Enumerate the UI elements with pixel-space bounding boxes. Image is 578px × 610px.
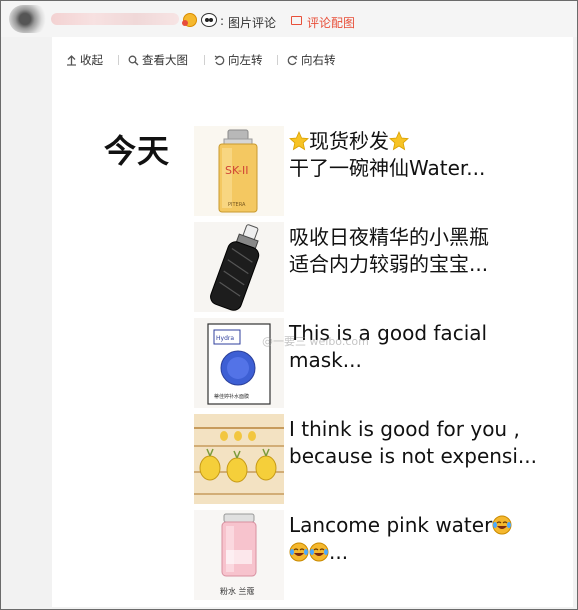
emoji-face-icon	[182, 13, 197, 27]
star-icon	[289, 131, 309, 151]
black-serum-bottle-illustration	[194, 222, 284, 312]
date-heading: 今天	[104, 132, 171, 170]
caption-line-2: ...	[289, 539, 512, 566]
collapse-label: 收起	[80, 53, 103, 67]
image-watermark: @一要三 weibo.com	[262, 335, 369, 348]
rotate-right-icon	[287, 55, 298, 65]
thumbnail-sheet-mask[interactable]: Hydra 蒂佳婷补水面膜	[194, 318, 284, 408]
item-caption: Lancome pink water ...	[289, 512, 512, 566]
caption-line-2: 干了一碗神仙Water...	[289, 156, 486, 180]
toolbar-divider	[277, 55, 278, 65]
toolbar-divider	[204, 55, 205, 65]
view-large-button[interactable]: 查看大图	[128, 52, 188, 68]
item-caption: 吸收日夜精华的小黑瓶 适合内力较弱的宝宝...	[289, 224, 489, 278]
pic-comment-link[interactable]: 图片评论	[228, 14, 276, 31]
rotate-left-button[interactable]: 向左转	[214, 52, 263, 68]
rotate-right-label: 向右转	[301, 53, 336, 67]
panda-icon	[201, 13, 217, 27]
thumbnail-pineapple-drawing[interactable]	[194, 414, 284, 504]
caption-line-2: 适合内力较弱的宝宝...	[289, 252, 489, 276]
thumbnail-black-serum-bottle[interactable]	[194, 222, 284, 312]
toolbar-divider	[118, 55, 119, 65]
caption-line-2: mask...	[289, 348, 362, 372]
caption-line-2: because is not expensi...	[289, 444, 537, 468]
thumbnail-pink-toner-bottle[interactable]: 粉水 兰蔻	[194, 510, 284, 600]
thumbnail-skii-bottle[interactable]: SK-II PITERA	[194, 126, 284, 216]
caption-text: ...	[329, 540, 349, 564]
caption-line-1: Lancome pink water	[289, 512, 512, 539]
laughing-crying-emoji-icon	[309, 542, 329, 562]
view-large-label: 查看大图	[142, 53, 188, 67]
laughing-crying-emoji-icon	[289, 542, 309, 562]
username-blurred[interactable]	[51, 13, 179, 25]
skii-sub-text: PITERA	[228, 202, 246, 208]
caption-line-1: 吸收日夜精华的小黑瓶	[289, 225, 489, 249]
collapse-button[interactable]: 收起	[66, 52, 103, 68]
mask-brand-text: Hydra	[216, 335, 234, 342]
star-icon	[389, 131, 409, 151]
caption-line-1: I think is good for you ,	[289, 417, 520, 441]
avatar[interactable]	[9, 5, 49, 33]
mask-sub-text: 蒂佳婷补水面膜	[214, 393, 249, 400]
item-caption: 现货秒发 干了一碗神仙Water...	[289, 128, 485, 182]
comment-with-pic-link[interactable]: 评论配图	[307, 14, 355, 31]
rotate-right-button[interactable]: 向右转	[287, 52, 336, 68]
skii-bottle-illustration: SK-II PITERA	[194, 126, 284, 216]
picture-icon	[291, 16, 302, 25]
caption-line-1: 现货秒发	[289, 128, 485, 155]
colon-separator: :	[220, 14, 225, 28]
pineapple-drawing-illustration	[194, 414, 284, 504]
collapse-icon	[67, 54, 76, 66]
toner-handwritten-text: 粉水 兰蔻	[220, 586, 255, 596]
rotate-left-icon	[214, 55, 225, 65]
caption-text: 现货秒发	[309, 129, 389, 153]
laughing-crying-emoji-icon	[492, 515, 512, 535]
rotate-left-label: 向左转	[228, 53, 263, 67]
comment-header: : 图片评论 评论配图	[1, 1, 577, 37]
sheet-mask-illustration: Hydra 蒂佳婷补水面膜	[194, 318, 284, 408]
item-caption: I think is good for you , because is not…	[289, 416, 537, 470]
skii-logo-text: SK-II	[225, 164, 249, 177]
pink-toner-bottle-illustration: 粉水 兰蔻	[194, 510, 284, 600]
search-icon	[128, 55, 139, 65]
caption-text: Lancome pink water	[289, 513, 493, 537]
